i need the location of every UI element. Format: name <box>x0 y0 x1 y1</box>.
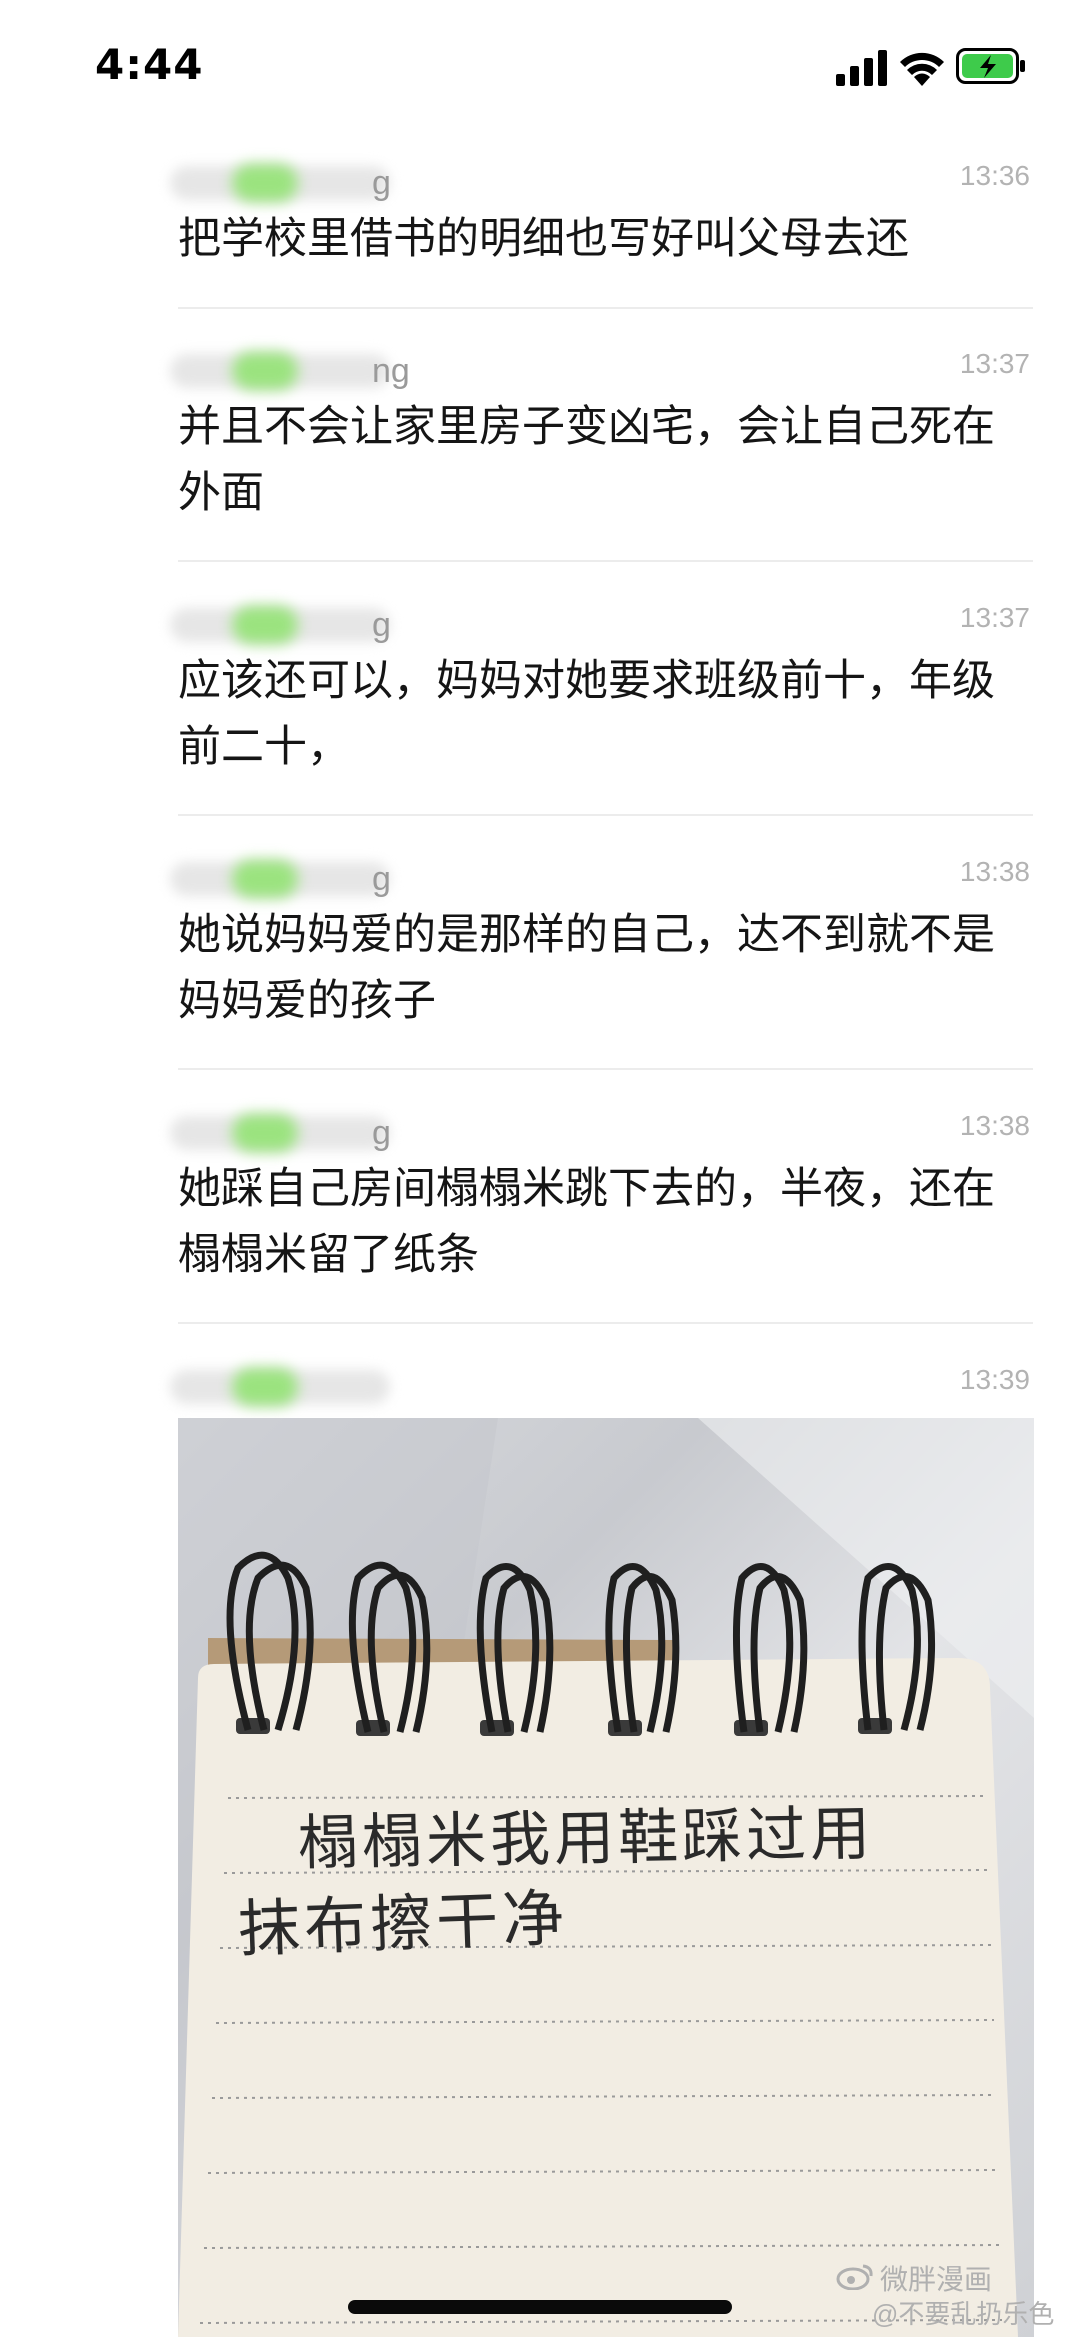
divider <box>178 560 1033 562</box>
message-time: 13:36 <box>959 160 1030 191</box>
divider <box>178 307 1033 309</box>
message-text: 应该还可以，妈妈对她要求班级前十，年级前二十， <box>178 656 995 772</box>
sender-name-blurred: g <box>170 602 420 644</box>
cellular-signal-icon <box>836 50 887 86</box>
message-text: 她说妈妈爱的是那样的自己，达不到就不是妈妈爱的孩子 <box>178 910 995 1026</box>
message-text: 把学校里借书的明细也写好叫父母去还 <box>178 214 909 264</box>
message-time: 13:37 <box>959 348 1030 379</box>
wifi-icon <box>900 52 944 86</box>
status-bar: 4:44 <box>0 0 1080 130</box>
battery-charging-icon <box>956 48 1025 84</box>
note-handwriting-line1: 榻榻米我用鞋踩过用 <box>297 1798 875 1880</box>
watermark-handle: @不要乱扔乐色 <box>872 2299 1055 2329</box>
watermark-title: 微胖漫画 <box>880 2264 993 2295</box>
message-time: 13:37 <box>959 602 1030 633</box>
status-time: 4:44 <box>95 40 204 89</box>
message-time: 13:38 <box>959 856 1030 887</box>
divider <box>178 814 1033 816</box>
note-handwriting-line2: 抹布擦干净 <box>237 1881 570 1966</box>
message-time: 13:38 <box>959 1110 1030 1141</box>
weibo-logo-icon <box>836 2264 873 2290</box>
message-time: 13:39 <box>959 1364 1030 1395</box>
sender-name-blurred: g <box>170 856 420 898</box>
divider <box>178 1322 1033 1324</box>
home-indicator[interactable] <box>348 2300 732 2314</box>
sender-name-blurred: ng <box>170 348 420 390</box>
message-text: 并且不会让家里房子变凶宅，会让自己死在外面 <box>178 402 995 518</box>
sender-name-blurred <box>170 1364 420 1406</box>
sender-name-blurred: g <box>170 160 420 202</box>
message-text: 她踩自己房间榻榻米跳下去的，半夜，还在榻榻米留了纸条 <box>178 1164 995 1280</box>
divider <box>178 1068 1033 1070</box>
sender-name-blurred: g <box>170 1110 420 1152</box>
message-photo[interactable]: 榻榻米我用鞋踩过用 抹布擦干净 <box>178 1418 1034 2337</box>
